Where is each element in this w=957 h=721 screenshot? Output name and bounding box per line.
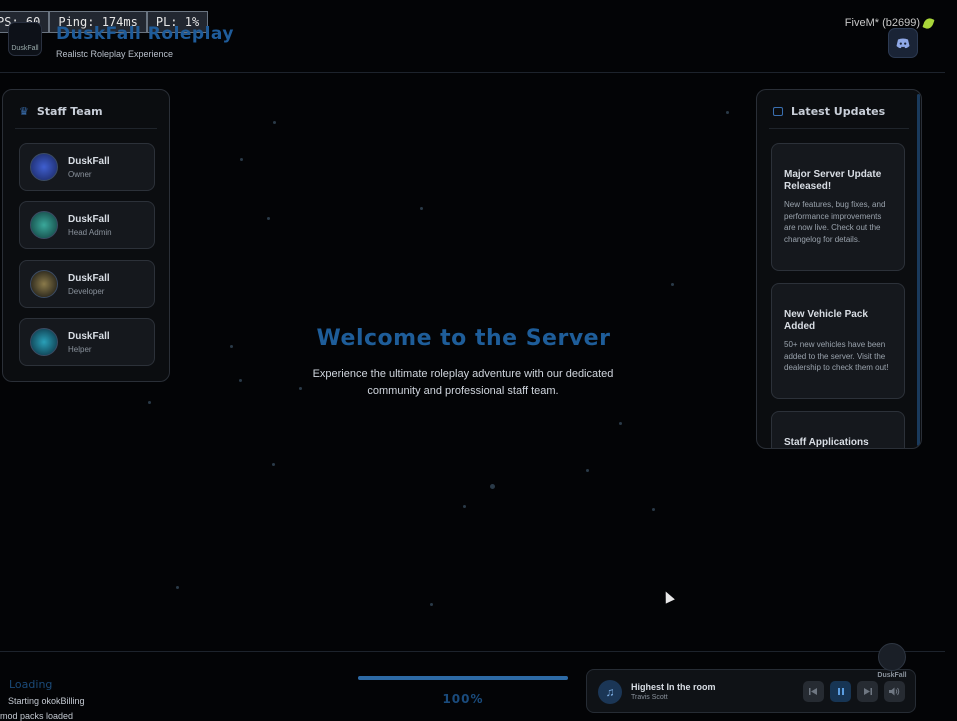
volume-button[interactable] bbox=[884, 681, 905, 702]
skip-back-icon bbox=[809, 688, 817, 695]
music-note-icon: ♫ bbox=[598, 680, 622, 704]
updates-panel-title: Latest Updates bbox=[791, 105, 886, 118]
fivem-leaf-icon bbox=[922, 16, 935, 30]
skip-forward-icon bbox=[864, 688, 872, 695]
track-artist: Travis Scott bbox=[631, 694, 668, 701]
staff-card-developer[interactable]: DuskFall Developer bbox=[19, 260, 155, 308]
header-divider bbox=[0, 72, 945, 73]
pause-icon bbox=[837, 688, 844, 695]
crown-icon: ♛ bbox=[19, 105, 29, 118]
calendar-icon bbox=[773, 107, 783, 116]
staff-card-head-admin[interactable]: DuskFall Head Admin bbox=[19, 201, 155, 249]
brand-header: DuskFall DuskFall Roleplay Realistc Role… bbox=[8, 22, 234, 59]
avatar bbox=[30, 211, 58, 239]
staff-card-owner[interactable]: DuskFall Owner bbox=[19, 143, 155, 191]
footer-divider bbox=[0, 651, 945, 652]
track-title: Highest In the room bbox=[631, 682, 716, 692]
corner-server-logo: DuskFall bbox=[872, 643, 912, 679]
music-player: ♫ Highest In the room Travis Scott bbox=[586, 669, 916, 713]
pause-button[interactable] bbox=[830, 681, 851, 702]
avatar bbox=[30, 270, 58, 298]
client-version: FiveM* (b2699) bbox=[845, 16, 935, 30]
server-logo: DuskFall bbox=[8, 22, 42, 56]
update-card[interactable]: Major Server Update Released! New featur… bbox=[771, 143, 905, 271]
speaker-icon bbox=[889, 687, 900, 696]
server-subtitle: Realistc Roleplay Experience bbox=[56, 49, 174, 59]
loading-progress-fill bbox=[358, 676, 568, 680]
avatar bbox=[30, 153, 58, 181]
emblem-icon bbox=[878, 643, 906, 671]
welcome-title: Welcome to the Server bbox=[316, 326, 611, 351]
latest-updates-panel: Latest Updates Major Server Update Relea… bbox=[756, 89, 922, 449]
discord-icon bbox=[896, 38, 910, 48]
loading-progress-percent: 100% bbox=[442, 692, 484, 706]
server-title: DuskFall Roleplay bbox=[56, 24, 234, 44]
update-card[interactable]: Staff Applications bbox=[771, 411, 905, 448]
loading-log-line: Starting okokBilling bbox=[8, 696, 85, 706]
previous-track-button[interactable] bbox=[803, 681, 824, 702]
updates-scrollbar[interactable] bbox=[917, 94, 920, 446]
mouse-cursor-icon bbox=[661, 589, 675, 604]
loading-label: Loading bbox=[9, 678, 53, 691]
discord-button[interactable] bbox=[888, 28, 918, 58]
staff-panel-title: Staff Team bbox=[36, 105, 103, 118]
next-track-button[interactable] bbox=[857, 681, 878, 702]
loading-progress-bar bbox=[358, 676, 568, 680]
welcome-description: Experience the ultimate roleplay adventu… bbox=[312, 368, 614, 397]
